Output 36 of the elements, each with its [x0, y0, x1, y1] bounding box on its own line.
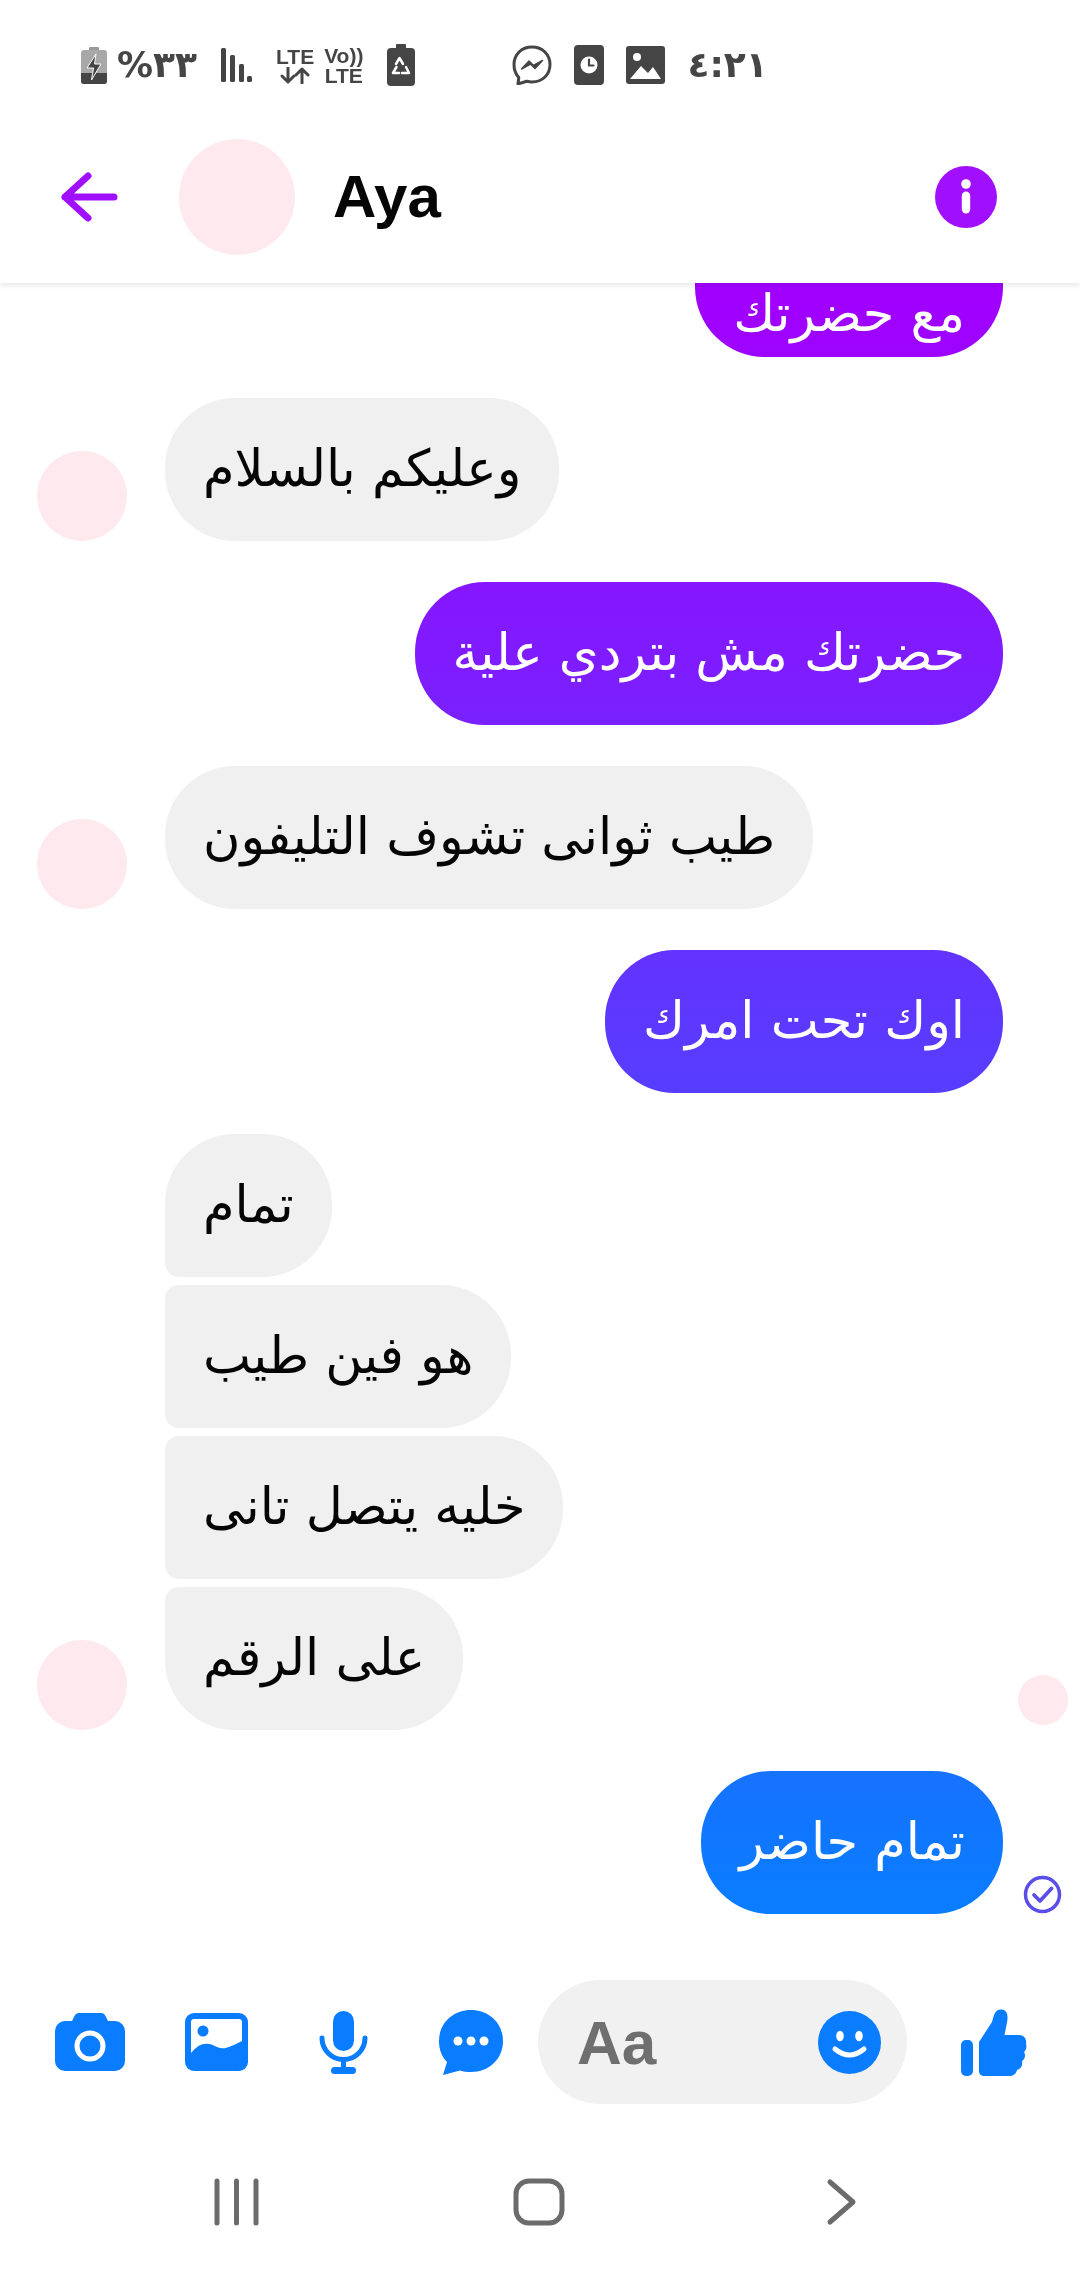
clock-time: ٤:٢١	[687, 45, 768, 85]
microphone-icon[interactable]	[319, 2010, 368, 2074]
message-bubble: طيب ثوانى تشوف التليفون	[165, 766, 813, 909]
battery-percent: %٣٣	[117, 45, 198, 85]
back-arrow-icon[interactable]	[61, 171, 118, 222]
chevron-right-icon[interactable]	[826, 2178, 857, 2226]
message-bubble: خليه يتصل تانى	[165, 1436, 564, 1579]
message-bubble: تمام حاضر	[701, 1771, 1003, 1914]
clock-icon	[574, 45, 605, 85]
signal-bars-icon	[221, 48, 253, 82]
contact-name: Aya	[333, 161, 441, 232]
image-icon[interactable]	[185, 2013, 248, 2071]
network-type-label: LTE	[276, 46, 315, 66]
smiley-icon[interactable]	[818, 2010, 881, 2074]
thumbs-up-icon[interactable]	[960, 2008, 1027, 2076]
message-bubble: على الرقم	[165, 1587, 464, 1730]
battery-recycle-icon	[387, 44, 416, 86]
message-bubble: هو فين طيب	[165, 1285, 512, 1428]
recents-icon[interactable]	[213, 2178, 260, 2226]
volte-label: LTE	[324, 65, 363, 85]
volte-label: Vo))	[324, 45, 364, 65]
info-icon[interactable]	[935, 165, 997, 228]
message-field[interactable]: Aa	[538, 1980, 907, 2104]
message-bubble: حضرتك مش بتردي علية	[414, 582, 1003, 725]
camera-icon[interactable]	[54, 2013, 125, 2071]
message-bubble: اوك تحت امرك	[604, 950, 1003, 1093]
message-bubble: تمام	[165, 1134, 332, 1277]
battery-charging-icon	[81, 46, 107, 84]
image-icon	[626, 46, 666, 84]
message-bubble: وعليكم بالسلام	[165, 398, 560, 541]
home-icon[interactable]	[513, 2178, 565, 2226]
chat-bolt-icon	[512, 45, 553, 85]
text-input[interactable]: Aa	[577, 2006, 808, 2078]
data-arrows-icon	[280, 66, 311, 84]
chat-dots-icon[interactable]	[438, 2009, 503, 2075]
message-bubble: مع حضرتك	[695, 283, 1003, 357]
